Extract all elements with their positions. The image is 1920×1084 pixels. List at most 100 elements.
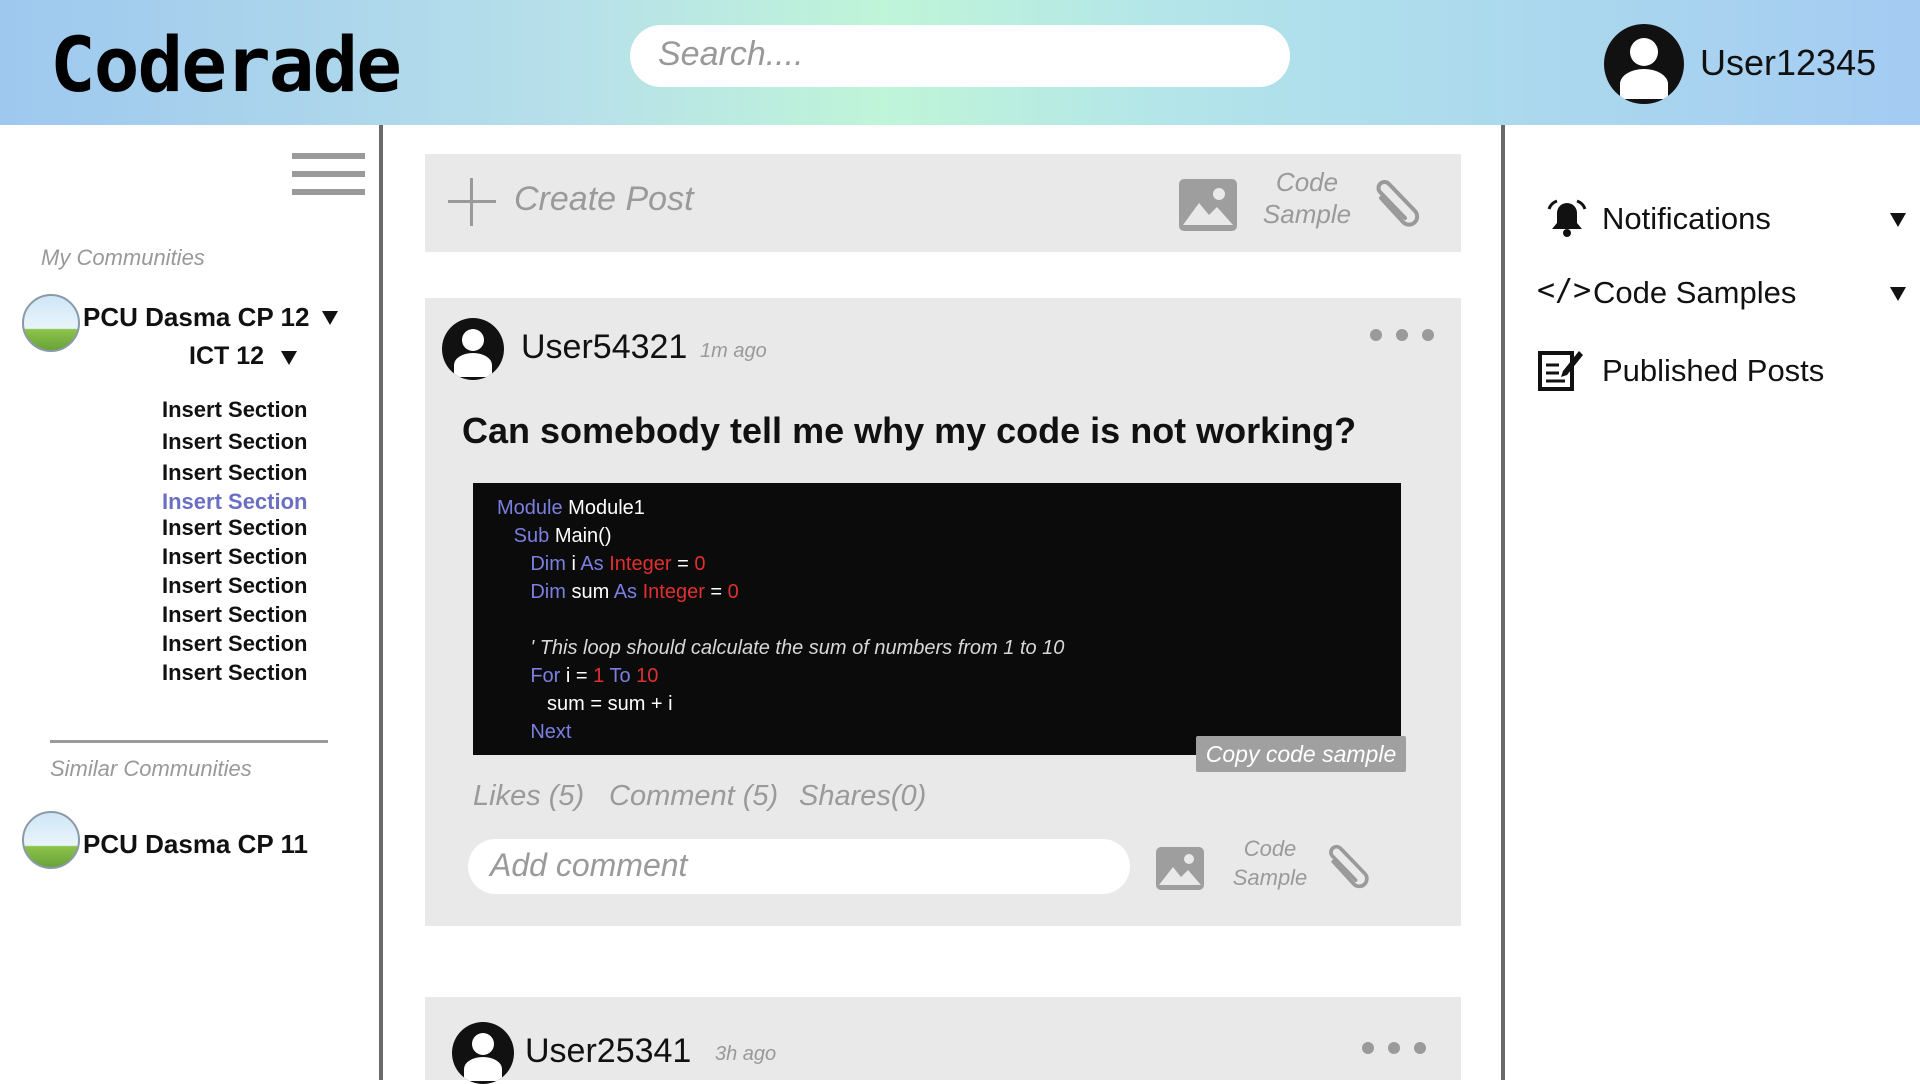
code-sample-block: Module Module1 Sub Main() Dim i As Integ…: [473, 483, 1401, 755]
search-input[interactable]: Search....: [630, 25, 1290, 87]
code-line: For i = 1 To 10: [497, 665, 658, 688]
search-placeholder: Search....: [658, 35, 804, 73]
top-header: Coderade Search.... User12345: [0, 0, 1920, 125]
code-line: sum = sum + i: [497, 693, 673, 716]
section-item[interactable]: Insert Section: [162, 573, 307, 599]
code-token: sum = sum + i: [497, 693, 673, 715]
code-token: i: [565, 553, 581, 575]
code-samples-item[interactable]: </> Code Samples: [1535, 267, 1915, 317]
add-comment-input[interactable]: Add comment: [468, 839, 1130, 894]
section-item[interactable]: Insert Section: [162, 397, 307, 423]
current-user-name[interactable]: User12345: [1700, 42, 1876, 84]
code-token: To: [604, 665, 631, 687]
section-item-active[interactable]: Insert Section: [162, 489, 307, 515]
notifications-item[interactable]: Notifications: [1535, 193, 1915, 243]
code-token: As: [613, 581, 638, 603]
section-item[interactable]: Insert Section: [162, 429, 307, 455]
post-author-avatar-icon[interactable]: [452, 1022, 514, 1084]
code-token: Next: [497, 721, 572, 743]
code-token: 0: [727, 581, 739, 603]
section-item[interactable]: Insert Section: [162, 515, 307, 541]
code-token: 0: [694, 553, 706, 575]
app-logo[interactable]: Coderade: [50, 20, 402, 109]
code-line: Sub Main(): [497, 525, 612, 548]
post-timestamp: 1m ago: [700, 340, 767, 362]
sub-group-name[interactable]: ICT 12: [189, 342, 264, 371]
comment-button[interactable]: Comment (5): [609, 780, 778, 813]
code-sample-button[interactable]: Code Sample: [1255, 166, 1359, 230]
hamburger-menu-icon[interactable]: [292, 153, 365, 203]
community-icon: [22, 294, 80, 352]
post-timestamp: 3h ago: [715, 1043, 777, 1065]
code-token: Module1: [562, 497, 645, 519]
post-card: User54321 1m ago Can somebody tell me wh…: [425, 298, 1461, 926]
post-title: Can somebody tell me why my code is not …: [462, 410, 1357, 451]
code-brackets-icon: </>: [1537, 273, 1592, 308]
code-token: 1: [593, 665, 605, 687]
code-line: Dim sum As Integer = 0: [497, 581, 739, 604]
similar-community-icon: [22, 811, 80, 869]
comment-code-label-2: Sample: [1232, 865, 1308, 890]
code-token: For: [497, 665, 561, 687]
published-posts-item[interactable]: Published Posts: [1535, 343, 1915, 397]
code-samples-label: Code Samples: [1593, 275, 1797, 310]
left-divider: [379, 125, 383, 1080]
notifications-dropdown-icon[interactable]: [1890, 213, 1906, 227]
section-item[interactable]: Insert Section: [162, 602, 307, 628]
shares-button[interactable]: Shares(0): [799, 780, 926, 813]
section-item[interactable]: Insert Section: [162, 660, 307, 686]
more-options-icon[interactable]: [1362, 1042, 1428, 1056]
my-communities-heading: My Communities: [41, 245, 205, 270]
code-line: Dim i As Integer = 0: [497, 553, 705, 576]
code-sample-label-2: Sample: [1262, 199, 1352, 229]
add-comment-placeholder: Add comment: [490, 847, 688, 883]
published-posts-label: Published Posts: [1602, 353, 1825, 388]
right-panel: Notifications </> Code Samples Published…: [1505, 125, 1920, 1080]
code-token: Dim: [497, 581, 566, 603]
plus-icon[interactable]: [448, 178, 496, 226]
code-sample-label-1: Code: [1275, 167, 1339, 197]
attachment-icon[interactable]: [1369, 178, 1429, 234]
section-item[interactable]: Insert Section: [162, 631, 307, 657]
community-name[interactable]: PCU Dasma CP 12: [83, 302, 309, 333]
copy-code-button[interactable]: Copy code sample: [1196, 736, 1406, 772]
post-author-avatar-icon[interactable]: [442, 318, 504, 380]
similar-communities-heading: Similar Communities: [50, 756, 252, 781]
code-token: sum: [565, 581, 614, 603]
code-token: Integer: [637, 581, 705, 603]
similar-community-name[interactable]: PCU Dasma CP 11: [83, 829, 308, 860]
section-item[interactable]: Insert Section: [162, 544, 307, 570]
community-dropdown-icon[interactable]: [322, 311, 338, 325]
code-samples-dropdown-icon[interactable]: [1890, 287, 1906, 301]
code-line: Module Module1: [497, 497, 645, 520]
code-token: ' This loop should calculate the sum of …: [497, 637, 1065, 659]
code-token: Main(): [549, 525, 612, 547]
comment-code-label-1: Code: [1243, 836, 1297, 861]
code-token: Sub: [497, 525, 550, 547]
code-token: 10: [630, 665, 659, 687]
sidebar-separator: [50, 740, 328, 743]
code-token: =: [704, 581, 728, 603]
code-line: ' This loop should calculate the sum of …: [497, 637, 1064, 660]
comment-attachment-icon[interactable]: [1322, 843, 1378, 895]
code-token: As: [580, 553, 604, 575]
create-post-label[interactable]: Create Post: [514, 180, 694, 219]
section-item[interactable]: Insert Section: [162, 460, 307, 486]
bell-icon: [1545, 199, 1589, 239]
post-author-name[interactable]: User25341: [525, 1032, 691, 1071]
notifications-label: Notifications: [1602, 201, 1771, 236]
user-avatar-icon[interactable]: [1604, 24, 1684, 104]
image-upload-icon[interactable]: [1179, 179, 1237, 231]
post-card: User25341 3h ago: [425, 997, 1461, 1084]
more-options-icon[interactable]: [1370, 329, 1436, 343]
create-post-bar[interactable]: Create Post Code Sample: [425, 154, 1461, 252]
code-token: Module: [497, 497, 563, 519]
post-author-name[interactable]: User54321: [521, 328, 687, 367]
sub-group-dropdown-icon[interactable]: [281, 351, 297, 365]
code-token: i =: [560, 665, 594, 687]
comment-image-icon[interactable]: [1156, 847, 1204, 890]
code-token: Dim: [497, 553, 566, 575]
comment-code-sample-button[interactable]: Code Sample: [1225, 834, 1315, 892]
code-token: =: [671, 553, 695, 575]
likes-button[interactable]: Likes (5): [473, 780, 584, 813]
